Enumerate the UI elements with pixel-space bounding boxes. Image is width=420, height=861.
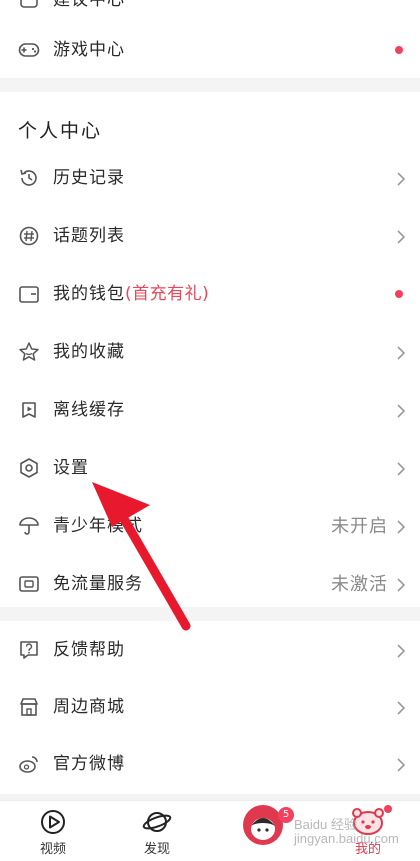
chevron-right-icon — [396, 519, 406, 535]
chevron-right-icon — [396, 757, 406, 773]
game-center-row[interactable]: 游戏中心 — [0, 22, 420, 79]
favorites-row[interactable]: 我的收藏 — [0, 324, 420, 381]
wallet-dot — [395, 290, 403, 298]
chevron-right-icon — [396, 461, 406, 477]
help-question-icon — [18, 639, 40, 661]
wallet-label-text: 我的钱包 — [53, 284, 125, 304]
free-data-label: 免流量服务 — [53, 574, 143, 594]
shop-row[interactable]: 周边商城 — [0, 679, 420, 736]
chevron-right-icon — [396, 643, 406, 659]
wallet-promo-text: (首充有礼) — [125, 284, 210, 304]
shop-icon — [18, 696, 40, 718]
gamepad-icon — [18, 39, 40, 61]
tab-discover[interactable]: 发现 — [117, 801, 197, 861]
personal-center-section: 个人中心 历史记录 话题列表 我的钱包(首充有礼) 我的收藏 离线缓存 设置 青… — [0, 92, 420, 607]
weibo-icon — [18, 753, 40, 775]
wallet-row[interactable]: 我的钱包(首充有礼) — [0, 266, 420, 323]
misc-section: 反馈帮助 周边商城 官方微博 — [0, 621, 420, 794]
partial-icon — [18, 0, 40, 11]
teen-mode-label: 青少年模式 — [53, 516, 143, 536]
shop-label: 周边商城 — [53, 697, 125, 717]
offline-cache-row[interactable]: 离线缓存 — [0, 382, 420, 439]
star-icon — [18, 341, 40, 363]
favorites-label: 我的收藏 — [53, 342, 125, 362]
tab-video-label: 视频 — [39, 842, 66, 857]
game-center-label: 游戏中心 — [53, 40, 125, 60]
weibo-row[interactable]: 官方微博 — [0, 736, 420, 793]
game-center-dot — [395, 46, 403, 54]
tab-video[interactable]: 视频 — [13, 801, 93, 861]
feedback-label: 反馈帮助 — [53, 640, 125, 660]
planet-icon — [141, 807, 173, 837]
top-section: 建议中心 游戏中心 — [0, 0, 420, 78]
chevron-right-icon — [396, 403, 406, 419]
settings-hexagon-icon — [18, 457, 40, 479]
download-play-icon — [18, 399, 40, 421]
section-title: 个人中心 — [18, 120, 103, 142]
teen-mode-row[interactable]: 青少年模式 未开启 — [0, 498, 420, 555]
chevron-right-icon — [396, 229, 406, 245]
data-card-icon — [18, 573, 40, 595]
topics-row[interactable]: 话题列表 — [0, 208, 420, 265]
video-play-icon — [38, 807, 68, 837]
free-data-status: 未激活 — [331, 574, 388, 595]
tab-avatar[interactable]: 5 — [223, 801, 303, 861]
teen-mode-status: 未开启 — [331, 516, 388, 537]
settings-label: 设置 — [53, 458, 89, 478]
topics-label: 话题列表 — [53, 226, 125, 246]
settings-row[interactable]: 设置 — [0, 440, 420, 497]
hashtag-icon — [18, 225, 40, 247]
tab-avatar-badge: 5 — [278, 807, 294, 823]
chevron-right-icon — [396, 700, 406, 716]
history-row[interactable]: 历史记录 — [0, 150, 420, 207]
chevron-right-icon — [396, 577, 406, 593]
wallet-icon — [18, 283, 40, 305]
chevron-right-icon — [396, 171, 406, 187]
tab-mine-dot — [384, 805, 392, 813]
watermark: Baidu 经验 jingyan.baidu.com — [294, 817, 399, 846]
avatar-icon — [242, 804, 284, 846]
feedback-row[interactable]: 反馈帮助 — [0, 622, 420, 679]
history-label: 历史记录 — [53, 168, 125, 188]
tab-discover-label: 发现 — [143, 842, 170, 857]
free-data-row[interactable]: 免流量服务 未激活 — [0, 556, 420, 613]
wallet-label: 我的钱包(首充有礼) — [53, 266, 209, 323]
weibo-label: 官方微博 — [53, 754, 125, 774]
chevron-right-icon — [396, 345, 406, 361]
umbrella-icon — [18, 515, 40, 537]
offline-cache-label: 离线缓存 — [53, 400, 125, 420]
history-clock-icon — [18, 167, 40, 189]
